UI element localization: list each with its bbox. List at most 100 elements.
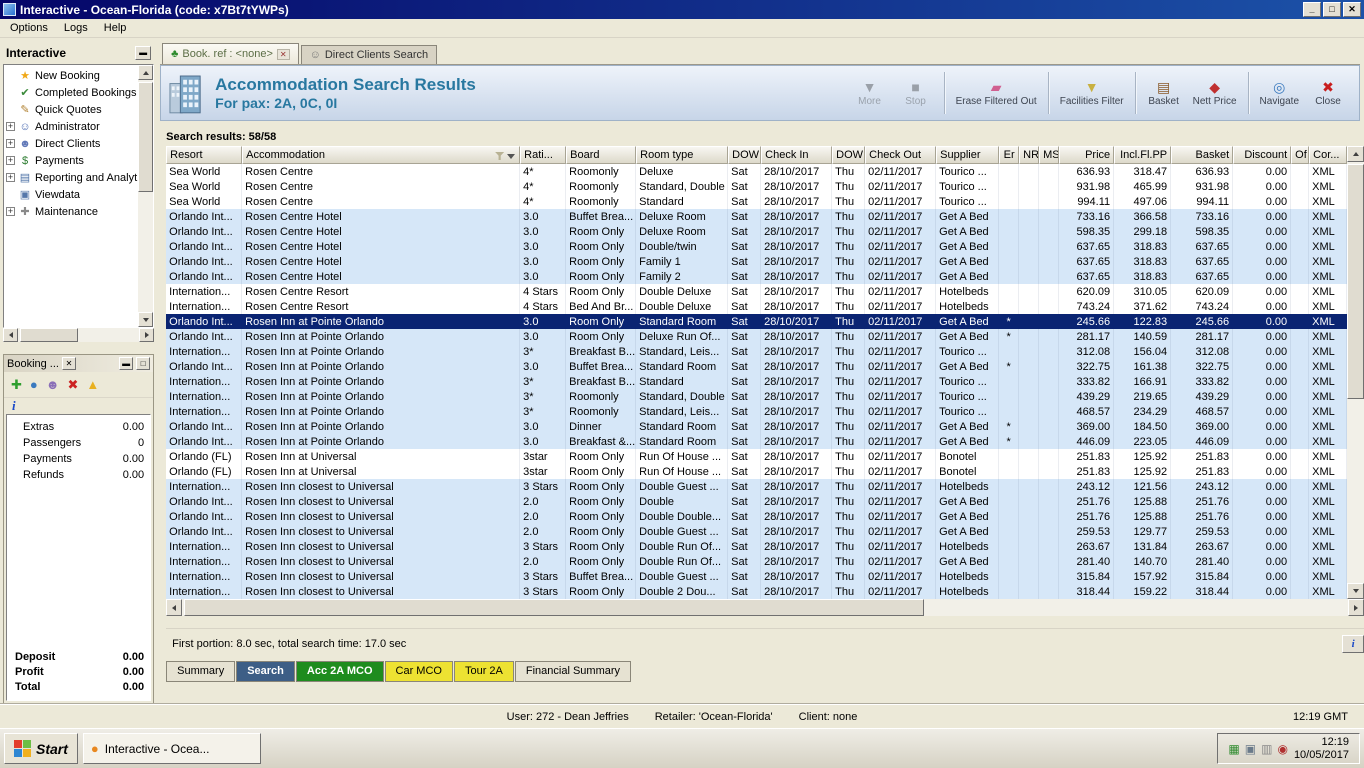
table-row[interactable]: Internation... Rosen Inn closest to Unive… (166, 539, 1348, 554)
sidebar-item-reporting-and-analyt[interactable]: + ▤ Reporting and Analyt (6, 169, 137, 186)
table-row[interactable]: Internation... Rosen Inn closest to Unive… (166, 554, 1348, 569)
sidebar-item-completed-bookings[interactable]: ✔ Completed Bookings (6, 84, 137, 101)
tab-book-ref-none[interactable]: ♣ Book. ref : <none> ✕ (162, 43, 299, 64)
booking-close-button[interactable]: ✕ (61, 357, 76, 370)
scroll-thumb[interactable] (1347, 164, 1364, 399)
scroll-track[interactable] (18, 328, 140, 342)
sidebar-item-quick-quotes[interactable]: ✎ Quick Quotes (6, 101, 137, 118)
export-icon[interactable]: ▲ (86, 378, 99, 391)
info-icon[interactable]: i (12, 398, 16, 413)
column-header-check-out[interactable]: Check Out (865, 146, 937, 164)
column-header-rati[interactable]: Rati... (520, 146, 567, 164)
column-header-dow[interactable]: DOW (728, 146, 762, 164)
scroll-down-button[interactable] (1347, 583, 1364, 599)
sidebar-item-viewdata[interactable]: ▣ Viewdata (6, 186, 137, 203)
sidebar-collapse-button[interactable]: ▬ (135, 46, 152, 60)
close-button[interactable]: ✖ Close (1305, 77, 1351, 109)
tab-direct-clients-search[interactable]: ☺ Direct Clients Search (300, 45, 438, 64)
table-row[interactable]: Sea World Rosen Centre 4* Roomonly Standard,… (166, 179, 1348, 194)
column-header-dow[interactable]: DOW (832, 146, 866, 164)
filter-icon[interactable] (495, 152, 505, 160)
sort-icon[interactable] (507, 154, 516, 159)
expand-icon[interactable]: + (6, 173, 15, 182)
table-row[interactable]: Orlando Int... Rosen Inn at Pointe Orland… (166, 329, 1348, 344)
table-row[interactable]: Internation... Rosen Inn closest to Unive… (166, 569, 1348, 584)
table-row[interactable]: Internation... Rosen Inn at Pointe Orland… (166, 374, 1348, 389)
sidebar-item-payments[interactable]: + $ Payments (6, 152, 137, 169)
tray-icon-red[interactable]: ◉ (1277, 742, 1287, 756)
bottom-tab-summary[interactable]: Summary (166, 661, 236, 682)
tree-vertical-scrollbar[interactable] (138, 65, 154, 327)
column-header-supplier[interactable]: Supplier (936, 146, 1000, 164)
table-row[interactable]: Orlando Int... Rosen Centre Hotel 3.0 Room … (166, 254, 1348, 269)
table-row[interactable]: Orlando Int... Rosen Centre Hotel 3.0 Room … (166, 269, 1348, 284)
expand-icon[interactable]: + (6, 207, 15, 216)
table-row[interactable]: Orlando Int... Rosen Centre Hotel 3.0 Buffe… (166, 209, 1348, 224)
column-header-room-type[interactable]: Room type (636, 146, 729, 164)
table-row[interactable]: Orlando Int... Rosen Inn at Pointe Orland… (166, 419, 1348, 434)
column-header-of[interactable]: Of (1291, 146, 1310, 164)
table-row[interactable]: Orlando Int... Rosen Inn at Pointe Orland… (166, 314, 1348, 329)
basket-button[interactable]: ▤ Basket (1141, 77, 1187, 109)
column-header-ms[interactable]: MS (1039, 146, 1060, 164)
scroll-track[interactable] (1347, 162, 1364, 583)
menu-options[interactable]: Options (2, 21, 56, 35)
scroll-up-button[interactable] (138, 65, 154, 80)
taskbar-task-button[interactable]: ● Interactive - Ocea... (82, 733, 261, 764)
start-button[interactable]: Start (4, 733, 78, 764)
passengers-icon[interactable]: ☻ (46, 378, 60, 391)
bottom-tab-tour-2a[interactable]: Tour 2A (453, 661, 514, 682)
tray-icon-volume[interactable]: ▥ (1261, 742, 1272, 756)
scroll-thumb[interactable] (138, 82, 154, 192)
column-header-resort[interactable]: Resort (166, 146, 243, 164)
table-row[interactable]: Orlando Int... Rosen Inn closest to Unive… (166, 524, 1348, 539)
table-row[interactable]: Internation... Rosen Inn at Pointe Orland… (166, 404, 1348, 419)
bottom-tab-search[interactable]: Search (236, 661, 295, 682)
bottom-tab-financial-summary[interactable]: Financial Summary (514, 661, 632, 682)
scroll-down-button[interactable] (138, 312, 154, 327)
booking-minimize-button[interactable]: ▬ (119, 357, 134, 370)
column-header-discount[interactable]: Discount (1233, 146, 1292, 164)
tray-icon-green[interactable]: ▦ (1228, 742, 1239, 756)
scroll-thumb[interactable] (184, 599, 925, 616)
scroll-thumb[interactable] (20, 328, 78, 342)
scroll-left-button[interactable] (166, 599, 183, 616)
column-header-cor[interactable]: Cor... (1309, 146, 1348, 164)
table-row[interactable]: Orlando Int... Rosen Inn closest to Unive… (166, 509, 1348, 524)
table-row[interactable]: Orlando Int... Rosen Centre Hotel 3.0 Room … (166, 224, 1348, 239)
column-header-board[interactable]: Board (566, 146, 637, 164)
results-vertical-scrollbar[interactable] (1347, 146, 1364, 599)
column-header-accommodation[interactable]: Accommodation (242, 146, 521, 164)
column-header-basket[interactable]: Basket (1171, 146, 1234, 164)
bottom-tab-car-mco[interactable]: Car MCO (384, 661, 453, 682)
globe-icon[interactable]: ● (30, 378, 38, 391)
scroll-left-button[interactable] (3, 328, 18, 342)
column-header-check-in[interactable]: Check In (761, 146, 833, 164)
scroll-up-button[interactable] (1347, 146, 1364, 162)
table-row[interactable]: Orlando (FL) Rosen Inn at Universal 3star R… (166, 464, 1348, 479)
table-row[interactable]: Sea World Rosen Centre 4* Roomonly Deluxe Sat… (166, 164, 1348, 179)
scroll-track[interactable] (182, 599, 1349, 616)
sidebar-item-administrator[interactable]: + ☺ Administrator (6, 118, 137, 135)
table-row[interactable]: Internation... Rosen Inn closest to Unive… (166, 584, 1348, 599)
delete-icon[interactable]: ✖ (67, 378, 78, 391)
bottom-tab-acc-2a-mco[interactable]: Acc 2A MCO (295, 661, 384, 682)
titlebar-minimize-button[interactable]: _ (1303, 2, 1321, 17)
titlebar-close-button[interactable]: ✕ (1343, 2, 1361, 17)
tray-icon-display[interactable]: ▣ (1245, 742, 1256, 756)
taskbar-clock[interactable]: 12:19 10/05/2017 (1294, 736, 1349, 762)
table-row[interactable]: Internation... Rosen Inn closest to Unive… (166, 479, 1348, 494)
scroll-track[interactable] (138, 80, 154, 312)
booking-restore-button[interactable]: □ (136, 357, 151, 370)
expand-icon[interactable]: + (6, 156, 15, 165)
info-button[interactable]: i (1342, 635, 1364, 653)
tab-close-icon[interactable]: ✕ (276, 48, 290, 60)
table-row[interactable]: Internation... Rosen Inn at Pointe Orland… (166, 344, 1348, 359)
expand-icon[interactable]: + (6, 122, 15, 131)
sidebar-item-direct-clients[interactable]: + ☻ Direct Clients (6, 135, 137, 152)
column-header-er[interactable]: Er (999, 146, 1020, 164)
scroll-right-button[interactable] (1348, 599, 1364, 616)
menu-help[interactable]: Help (96, 21, 135, 35)
navigate-button[interactable]: ◎ Navigate (1254, 77, 1305, 109)
scroll-right-button[interactable] (139, 328, 155, 342)
